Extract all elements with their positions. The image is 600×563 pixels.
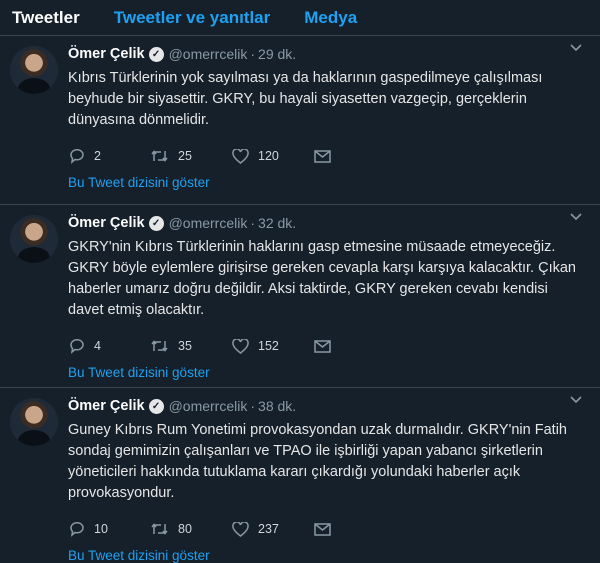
show-thread-link[interactable]: Bu Tweet dizisini göster [68,547,588,563]
reply-icon [68,521,85,537]
like-count: 152 [258,339,279,353]
tweet-header: Ömer Çelik ✓ @omerrcelik · 29 dk. [68,44,588,64]
author-name[interactable]: Ömer Çelik [68,46,145,62]
direct-message-icon [314,149,331,163]
tweet-header: Ömer Çelik ✓ @omerrcelik · 38 dk. [68,396,588,416]
show-thread-link[interactable]: Bu Tweet dizisini göster [68,364,588,388]
retweet-count: 25 [178,149,192,163]
profile-tabs: Tweetler Tweetler ve yanıtlar Medya [0,0,600,36]
chevron-down-icon[interactable] [570,44,582,52]
tweet-actions: 10 80 237 [68,511,588,547]
retweet-count: 35 [178,339,192,353]
tweet-text: Guney Kıbrıs Rum Yonetimi provokasyondan… [68,422,567,501]
tweet-header: Ömer Çelik ✓ @omerrcelik · 32 dk. [68,213,588,233]
author-handle[interactable]: @omerrcelik [169,46,248,62]
verified-badge-icon: ✓ [148,215,164,231]
tweet[interactable]: Ömer Çelik ✓ @omerrcelik · 38 dk. Guney … [0,388,600,563]
retweet-count: 80 [178,522,192,536]
verified-badge-icon: ✓ [148,46,164,62]
reply-button[interactable]: 4 [68,338,150,354]
direct-message-icon [314,522,331,536]
retweet-icon [150,522,169,536]
direct-message-icon [314,339,331,353]
retweet-button[interactable]: 25 [150,149,232,163]
author-name[interactable]: Ömer Çelik [68,398,145,414]
avatar[interactable] [10,46,58,94]
direct-message-button[interactable] [314,339,396,353]
reply-button[interactable]: 2 [68,148,150,164]
retweet-icon [150,149,169,163]
like-count: 120 [258,149,279,163]
reply-button[interactable]: 10 [68,521,150,537]
author-handle[interactable]: @omerrcelik [169,215,248,231]
verified-badge-icon: ✓ [148,398,164,414]
reply-count: 4 [94,339,101,353]
like-icon [232,338,249,354]
tweet-text: Kıbrıs Türklerinin yok sayılması ya da h… [68,70,543,128]
retweet-button[interactable]: 35 [150,339,232,353]
chevron-down-icon[interactable] [570,396,582,404]
reply-count: 10 [94,522,108,536]
separator-dot: · [250,398,256,414]
author-name[interactable]: Ömer Çelik [68,215,145,231]
like-button[interactable]: 237 [232,521,314,537]
show-thread-link[interactable]: Bu Tweet dizisini göster [68,174,588,198]
tweet-actions: 2 25 120 [68,138,588,174]
tab-tweets-and-replies[interactable]: Tweetler ve yanıtlar [114,8,271,28]
tweet-timestamp[interactable]: 38 dk. [258,398,296,414]
author-handle[interactable]: @omerrcelik [169,398,248,414]
separator-dot: · [250,215,256,231]
avatar[interactable] [10,215,58,263]
like-icon [232,148,249,164]
reply-icon [68,338,85,354]
separator-dot: · [250,46,256,62]
tweet-timestamp[interactable]: 29 dk. [258,46,296,62]
tweet[interactable]: Ömer Çelik ✓ @omerrcelik · 32 dk. GKRY'n… [0,205,600,388]
tweet[interactable]: Ömer Çelik ✓ @omerrcelik · 29 dk. Kıbrıs… [0,36,600,205]
tweet-actions: 4 35 152 [68,328,588,364]
like-icon [232,521,249,537]
like-count: 237 [258,522,279,536]
chevron-down-icon[interactable] [570,213,582,221]
tab-tweets[interactable]: Tweetler [12,8,80,28]
direct-message-button[interactable] [314,149,396,163]
direct-message-button[interactable] [314,522,396,536]
reply-icon [68,148,85,164]
tweet-timestamp[interactable]: 32 dk. [258,215,296,231]
retweet-icon [150,339,169,353]
avatar[interactable] [10,398,58,446]
retweet-button[interactable]: 80 [150,522,232,536]
tab-media[interactable]: Medya [304,8,357,28]
like-button[interactable]: 120 [232,148,314,164]
tweet-text: GKRY'nin Kıbrıs Türklerinin haklarını ga… [68,239,576,318]
like-button[interactable]: 152 [232,338,314,354]
reply-count: 2 [94,149,101,163]
